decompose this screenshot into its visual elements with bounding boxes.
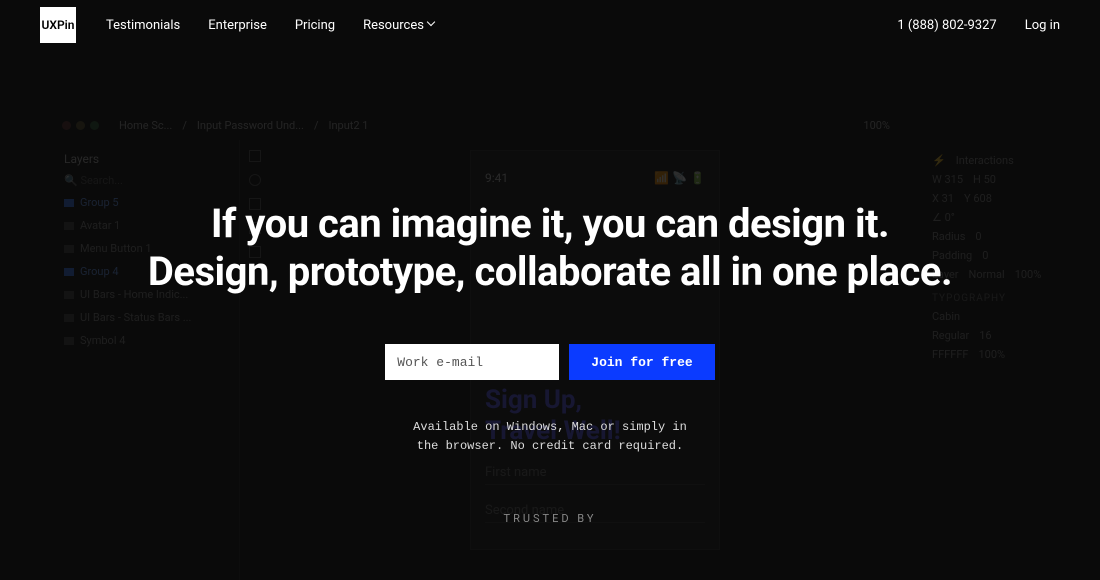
nav-resources-label: Resources	[363, 18, 424, 33]
headline-line2: Design, prototype, collaborate all in on…	[0, 248, 1100, 296]
headline: If you can imagine it, you can design it…	[0, 200, 1100, 296]
nav-testimonials[interactable]: Testimonials	[106, 18, 180, 33]
nav-pricing[interactable]: Pricing	[295, 18, 335, 33]
login-link[interactable]: Log in	[1025, 18, 1060, 33]
header-left: UXPin Testimonials Enterprise Pricing Re…	[40, 7, 436, 43]
interactions-label: ⚡ Interactions	[932, 154, 1088, 167]
main-header: UXPin Testimonials Enterprise Pricing Re…	[0, 0, 1100, 50]
nav-resources[interactable]: Resources	[363, 18, 436, 33]
zoom-level: 100%	[863, 119, 890, 132]
join-free-button[interactable]: Join for free	[569, 344, 714, 380]
breadcrumb-3: Input2 1	[328, 119, 368, 132]
work-email-input[interactable]	[385, 344, 559, 380]
hero-section: If you can imagine it, you can design it…	[0, 200, 1100, 525]
window-controls	[62, 121, 99, 130]
phone-statusbar: 9:41 📶 📡 🔋	[485, 171, 705, 185]
trusted-by-label: TRUSTED BY	[0, 512, 1100, 525]
editor-toolbar: Home Sc... / Input Password Und... / Inp…	[52, 110, 1100, 140]
headline-line1: If you can imagine it, you can design it…	[0, 200, 1100, 248]
header-right: 1 (888) 802-9327 Log in	[897, 18, 1060, 33]
logo[interactable]: UXPin	[40, 7, 76, 43]
breadcrumb: Home Sc... / Input Password Und... / Inp…	[119, 119, 368, 132]
layers-title: Layers	[52, 148, 239, 170]
layers-search: 🔍 Search...	[52, 170, 239, 191]
cta-row: Join for free	[0, 344, 1100, 380]
phone-number[interactable]: 1 (888) 802-9327	[897, 18, 996, 33]
breadcrumb-1: Home Sc...	[119, 119, 172, 132]
breadcrumb-2: Input Password Und...	[197, 119, 304, 132]
subtext: Available on Windows, Mac or simply in t…	[0, 418, 1100, 456]
nav-enterprise[interactable]: Enterprise	[208, 18, 267, 33]
nav-links: Testimonials Enterprise Pricing Resource…	[106, 18, 436, 33]
chevron-down-icon	[428, 21, 436, 29]
